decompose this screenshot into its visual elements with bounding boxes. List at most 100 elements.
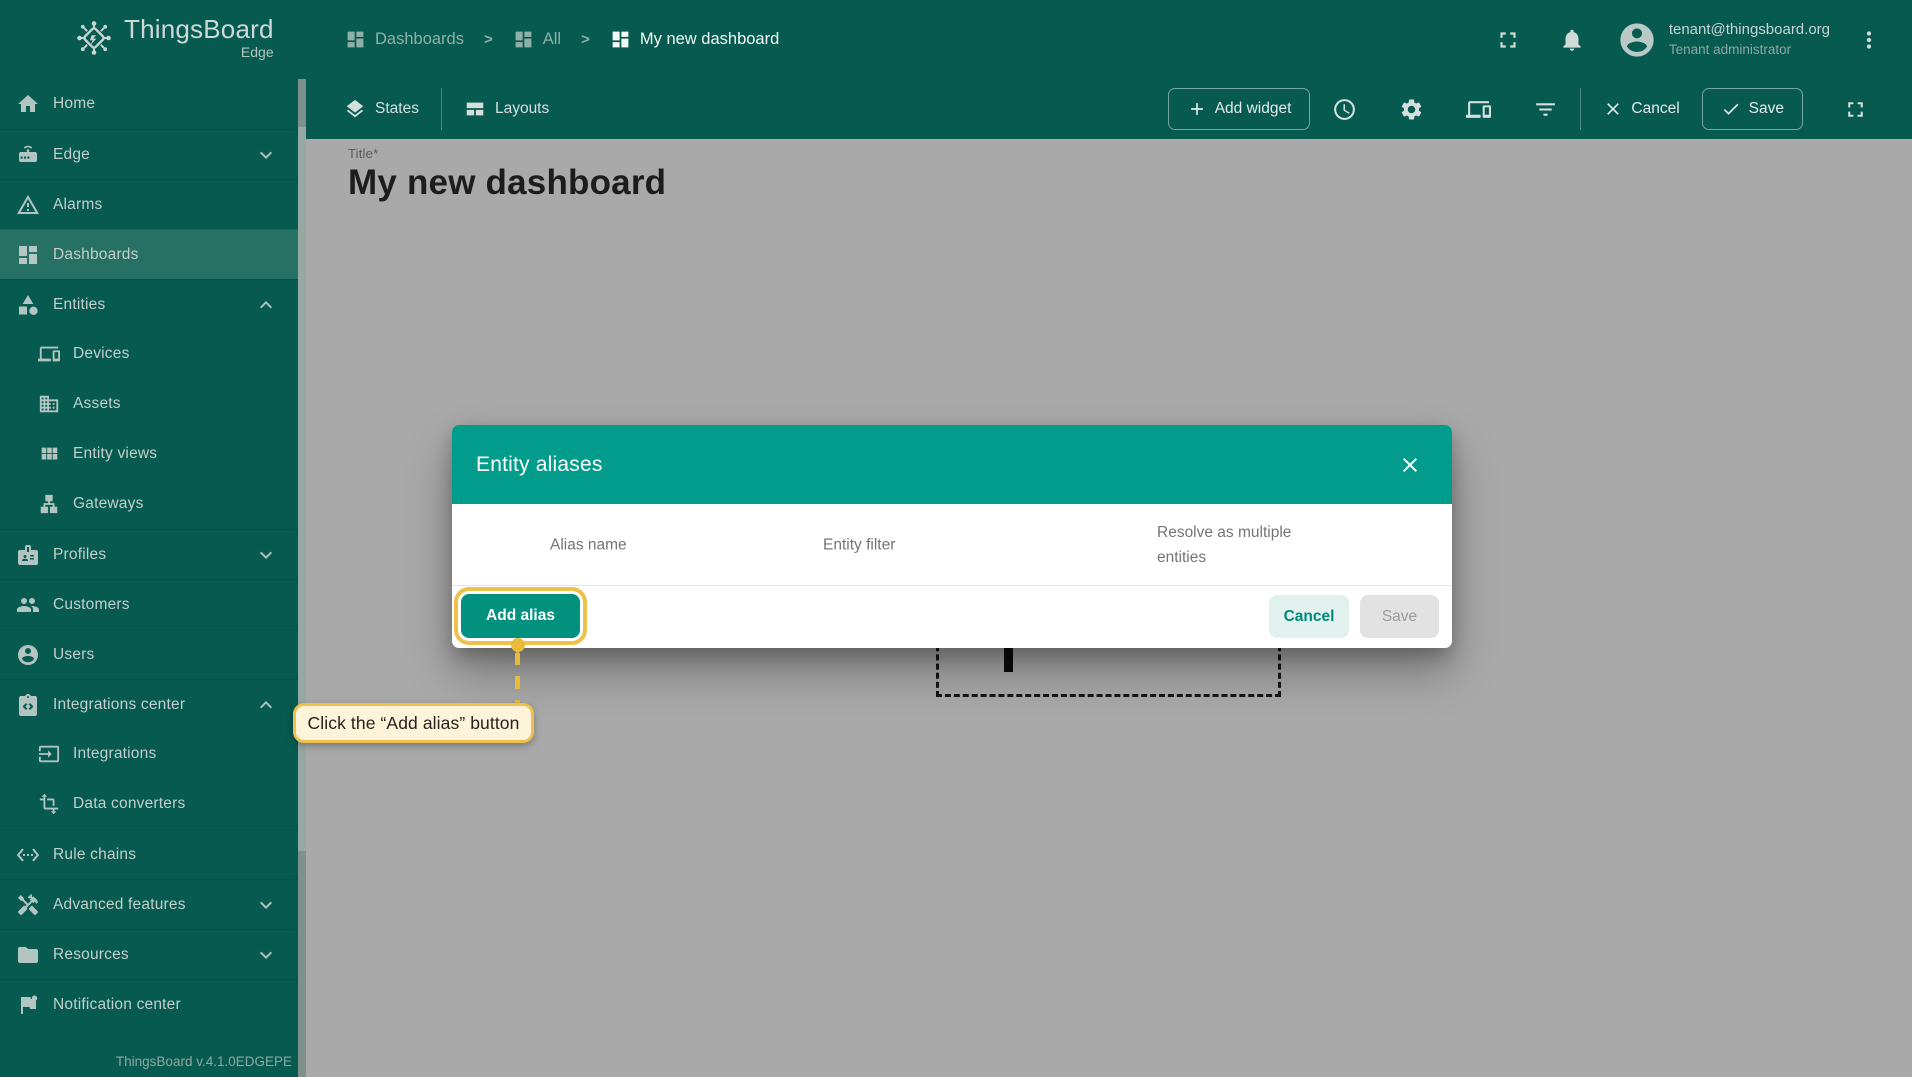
home-icon bbox=[16, 92, 40, 116]
sidebar-item-users[interactable]: Users bbox=[0, 629, 306, 679]
sidebar-item-profiles[interactable]: Profiles bbox=[0, 529, 306, 579]
breadcrumb-item-my-new-dashboard[interactable]: My new dashboard bbox=[610, 29, 779, 50]
dialog-cancel-button[interactable]: Cancel bbox=[1269, 595, 1349, 638]
sidebar-item-alarms[interactable]: Alarms bbox=[0, 179, 306, 229]
dialog-title: Entity aliases bbox=[476, 452, 603, 476]
header-actions: tenant@thingsboard.org Tenant administra… bbox=[1495, 0, 1882, 79]
toolbar-fullscreen-icon[interactable] bbox=[1843, 97, 1868, 122]
user-info[interactable]: tenant@thingsboard.org Tenant administra… bbox=[1669, 20, 1830, 60]
dashboard-title[interactable]: My new dashboard bbox=[348, 163, 666, 203]
sidebar-item-customers[interactable]: Customers bbox=[0, 579, 306, 629]
sidebar-item-advanced-features[interactable]: Advanced features bbox=[0, 879, 306, 929]
chevron-down-icon bbox=[254, 943, 278, 967]
alias-table-header: Alias name Entity filter Resolve as multip… bbox=[452, 504, 1452, 586]
tour-tooltip: Click the “Add alias” button bbox=[293, 703, 534, 743]
breadcrumb-item-all[interactable]: All bbox=[513, 29, 561, 50]
cancel-edit-button[interactable]: Cancel bbox=[1603, 99, 1680, 119]
user-email: tenant@thingsboard.org bbox=[1668, 20, 1830, 38]
chevron-down-icon bbox=[254, 143, 278, 167]
states-layers-icon bbox=[344, 98, 366, 120]
device-layouts-icon[interactable] bbox=[1466, 97, 1492, 122]
plus-icon bbox=[1187, 99, 1207, 119]
app-header: ThingsBoard Edge Dashboards > All > My new d… bbox=[0, 0, 1912, 79]
breadcrumb-item-dashboards[interactable]: Dashboards bbox=[345, 29, 464, 50]
advanced-features-icon bbox=[16, 893, 40, 917]
dashboard-icon bbox=[610, 29, 631, 50]
dashboard-icon bbox=[513, 29, 534, 50]
sidebar-item-notification-center[interactable]: Notification center bbox=[0, 979, 306, 1029]
logo-subtitle: Edge bbox=[240, 44, 274, 60]
assets-icon bbox=[38, 393, 60, 415]
devices-icon bbox=[38, 343, 60, 365]
layouts-button[interactable]: Layouts bbox=[464, 98, 549, 120]
dialog-header: Entity aliases bbox=[452, 425, 1452, 504]
chevron-down-icon bbox=[254, 893, 278, 917]
sidebar-scrollbar[interactable] bbox=[298, 79, 306, 1077]
sidebar-item-rule-chains[interactable]: Rule chains bbox=[0, 829, 306, 879]
title-field-label: Title* bbox=[348, 146, 379, 161]
chevron-up-icon bbox=[254, 293, 278, 317]
dialog-footer: Add alias Cancel Save bbox=[452, 586, 1452, 647]
sidebar-item-dashboards[interactable]: Dashboards bbox=[0, 229, 306, 279]
tour-anchor-dot bbox=[511, 638, 525, 652]
time-window-clock-icon[interactable] bbox=[1332, 97, 1357, 122]
settings-gear-icon[interactable] bbox=[1399, 97, 1424, 122]
users-icon bbox=[16, 643, 40, 667]
entities-icon bbox=[16, 293, 40, 317]
logo-title: ThingsBoard bbox=[124, 14, 274, 44]
sidebar-item-gateways[interactable]: Gateways bbox=[0, 479, 306, 529]
dashboards-icon bbox=[16, 243, 40, 267]
sidebar-item-devices[interactable]: Devices bbox=[0, 329, 306, 379]
tour-tooltip-text: Click the “Add alias” button bbox=[307, 712, 520, 733]
layouts-icon bbox=[464, 98, 486, 120]
dialog-close-icon[interactable] bbox=[1398, 453, 1422, 477]
column-header: Entity filter bbox=[823, 536, 896, 553]
integrations-icon bbox=[38, 743, 60, 765]
avatar[interactable] bbox=[1617, 20, 1657, 60]
toolbar-divider bbox=[1580, 88, 1582, 130]
add-widget-button[interactable]: Add widget bbox=[1167, 88, 1311, 130]
data-converters-icon bbox=[38, 793, 60, 815]
customers-icon bbox=[16, 593, 40, 617]
sidebar-item-integrations-center[interactable]: Integrations center bbox=[0, 679, 306, 729]
edge-router-icon bbox=[16, 143, 40, 167]
dialog-save-button[interactable]: Save bbox=[1360, 595, 1439, 638]
user-role: Tenant administrator bbox=[1668, 41, 1792, 57]
resources-icon bbox=[16, 943, 40, 967]
more-menu-kebab-icon[interactable] bbox=[1856, 27, 1882, 53]
sidebar-item-data-converters[interactable]: Data converters bbox=[0, 779, 306, 829]
dashboard-edit-toolbar: States Layouts Add widget Cancel Save bbox=[306, 79, 1912, 139]
chevron-up-icon bbox=[254, 693, 278, 717]
fullscreen-icon[interactable] bbox=[1495, 27, 1521, 53]
breadcrumb: Dashboards > All > My new dashboard bbox=[345, 0, 779, 79]
filter-icon[interactable] bbox=[1533, 97, 1558, 122]
breadcrumb-separator: > bbox=[581, 31, 590, 48]
save-dashboard-button[interactable]: Save bbox=[1701, 88, 1803, 130]
notifications-bell-icon[interactable] bbox=[1559, 27, 1585, 53]
sidebar-item-home[interactable]: Home bbox=[0, 79, 306, 129]
sidebar-item-integrations[interactable]: Integrations bbox=[0, 729, 306, 779]
notification-center-icon bbox=[16, 993, 40, 1017]
dashboard-icon bbox=[345, 29, 366, 50]
add-alias-button[interactable]: Add alias bbox=[461, 594, 580, 638]
rule-chains-icon bbox=[16, 843, 40, 867]
entity-views-icon bbox=[38, 443, 60, 465]
profiles-icon bbox=[16, 543, 40, 567]
entity-aliases-dialog: Entity aliases Alias name Entity filter Re… bbox=[452, 425, 1452, 648]
sidebar-item-entities[interactable]: Entities bbox=[0, 279, 306, 329]
chevron-down-icon bbox=[254, 543, 278, 567]
integrations-center-icon bbox=[16, 693, 40, 717]
states-button[interactable]: States bbox=[344, 98, 419, 120]
toolbar-divider bbox=[440, 88, 442, 130]
sidebar-item-edge[interactable]: Edge bbox=[0, 129, 306, 179]
sidebar-item-assets[interactable]: Assets bbox=[0, 379, 306, 429]
gateways-icon bbox=[38, 493, 60, 515]
thingsboard-logo-icon bbox=[77, 21, 111, 55]
thingsboard-logo[interactable]: ThingsBoard Edge bbox=[72, 14, 274, 60]
sidebar: Home Edge Alarms Dashboards Entities Devices A… bbox=[0, 79, 306, 1077]
app-version: ThingsBoard v.4.1.0EDGEPE bbox=[115, 1054, 292, 1069]
check-icon bbox=[1721, 99, 1741, 119]
sidebar-item-entity-views[interactable]: Entity views bbox=[0, 429, 306, 479]
sidebar-item-resources[interactable]: Resources bbox=[0, 929, 306, 979]
tour-dashed-connector bbox=[515, 652, 520, 708]
